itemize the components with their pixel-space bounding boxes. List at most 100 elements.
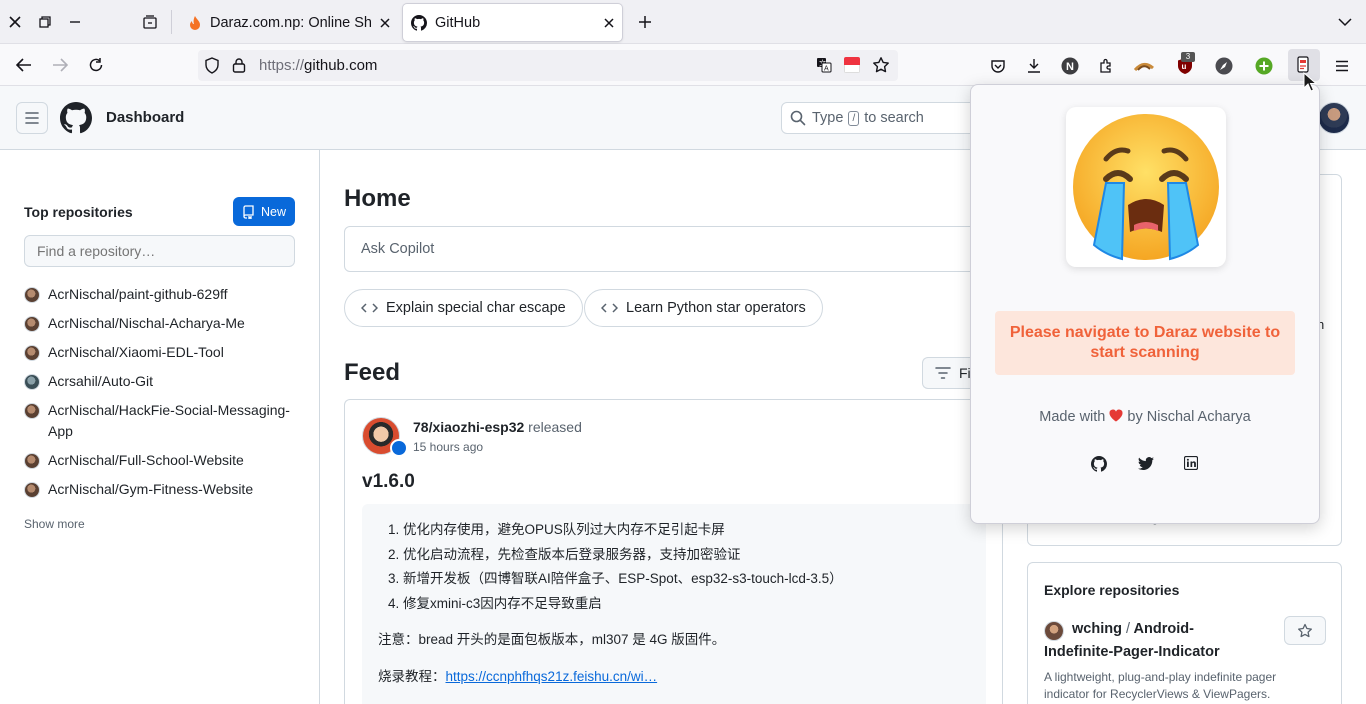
tab-label: Daraz.com.np: Online Sho	[210, 14, 372, 31]
tab-groups-icon[interactable]	[135, 7, 165, 37]
repo-link[interactable]: AcrNischal/HackFie-Social-Messaging-App	[24, 400, 296, 442]
tab-daraz[interactable]: Daraz.com.np: Online Sho	[180, 4, 398, 41]
note-text: 新增开发板（四博智联AI陪伴盒子、ESP-Spot、esp32-s3-touch…	[403, 571, 843, 586]
global-nav-menu-button[interactable]	[16, 102, 48, 134]
daraz-favicon-icon	[188, 15, 202, 31]
owner-avatar	[24, 452, 40, 469]
new-tab-icon[interactable]	[630, 7, 660, 37]
list-item: 1. 优化内存使用，避免OPUS队列过大内存不足引起卡屏	[388, 518, 843, 543]
owner-avatar	[24, 344, 40, 361]
pocket-icon[interactable]	[988, 56, 1008, 76]
list-number: 3.	[388, 571, 400, 586]
suggestion-label: Learn Python star operators	[626, 300, 806, 316]
explore-owner: wching	[1072, 621, 1122, 637]
close-tab-icon[interactable]	[380, 17, 390, 28]
tab-divider	[171, 10, 172, 34]
find-repository-input[interactable]	[24, 235, 295, 267]
list-all-tabs-icon[interactable]	[1330, 7, 1360, 37]
bookmark-star-icon[interactable]	[872, 56, 890, 74]
pancake-extension-icon[interactable]	[1134, 56, 1154, 76]
search-icon	[790, 110, 806, 126]
tutorial-link[interactable]: https://ccnphfhqs21z.feishu.cn/wi…	[446, 669, 658, 684]
explore-repo-description: A lightweight, plug-and-play indefinite …	[1044, 670, 1277, 701]
repo-name: AcrNischal/Full-School-Website	[48, 452, 244, 468]
singapore-flag-icon[interactable]	[844, 57, 860, 73]
show-more-link[interactable]: Show more	[24, 517, 85, 531]
close-window-icon[interactable]	[0, 7, 30, 37]
github-icon[interactable]	[1091, 456, 1107, 472]
crying-face-icon	[1066, 107, 1226, 267]
new-repository-button[interactable]: New	[233, 197, 295, 226]
heart-icon	[1109, 409, 1123, 422]
tab-github[interactable]: GitHub	[403, 4, 622, 41]
compass-extension-icon[interactable]	[1214, 56, 1234, 76]
repo-link[interactable]: AcrNischal/paint-github-629ff	[24, 284, 228, 305]
search-prefix: Type	[812, 110, 844, 126]
github-logo-icon[interactable]	[60, 102, 92, 134]
list-item: 4. 修复xmini-c3因内存不足导致重启	[388, 592, 843, 617]
owner-avatar	[24, 481, 40, 498]
explore-repo-link[interactable]: wching / Android-Indefinite-Pager-Indica…	[1044, 618, 1259, 664]
note-text: 优化内存使用，避免OPUS队列过大内存不足引起卡屏	[403, 522, 725, 537]
repo-name: AcrNischal/Gym-Fitness-Website	[48, 481, 254, 497]
restore-window-icon[interactable]	[30, 7, 60, 37]
copilot-suggestion-chip[interactable]: Explain special char escape	[344, 289, 583, 327]
url-bar[interactable]: https://github.com 文A	[198, 50, 898, 81]
made-with-credit: Made with by Nischal Acharya	[971, 409, 1319, 425]
new-button-label: New	[260, 204, 286, 219]
tutorial-label: 烧录教程：	[378, 669, 446, 684]
reload-icon[interactable]	[84, 54, 108, 76]
search-input[interactable]: Type / to search	[781, 102, 981, 134]
scan-status-message: Please navigate to Daraz website to star…	[1009, 324, 1281, 361]
code-icon	[601, 302, 618, 314]
close-tab-icon[interactable]	[604, 17, 614, 28]
star-repo-button[interactable]	[1284, 616, 1326, 645]
twitter-icon[interactable]	[1138, 457, 1154, 471]
repo-link[interactable]: Acrsahil/Auto-Git	[24, 371, 153, 392]
copilot-suggestion-chip[interactable]: Learn Python star operators	[584, 289, 823, 327]
user-avatar[interactable]	[1318, 102, 1350, 134]
tracking-shield-icon[interactable]	[204, 57, 220, 74]
linkedin-icon[interactable]	[1184, 456, 1198, 470]
owner-avatar	[24, 315, 40, 332]
suggestion-label: Explain special char escape	[386, 300, 566, 316]
minimize-window-icon[interactable]	[60, 7, 90, 37]
list-number: 1.	[388, 522, 400, 537]
app-menu-icon[interactable]	[1332, 56, 1352, 76]
explore-title: Explore repositories	[1044, 582, 1180, 598]
forward-icon[interactable]	[48, 54, 72, 76]
translate-icon[interactable]: 文A	[816, 57, 832, 73]
filter-label: Fi	[959, 365, 971, 381]
repo-link[interactable]: AcrNischal/Xiaomi-EDL-Tool	[24, 342, 224, 363]
repo-name: AcrNischal/Nischal-Acharya-Me	[48, 315, 245, 331]
notion-extension-icon[interactable]: N	[1060, 56, 1080, 76]
code-icon	[361, 302, 378, 314]
release-notice: 注意：bread 开头的是面包板版本，ml307 是 4G 版固件。	[378, 632, 726, 647]
repo-link[interactable]: AcrNischal/Full-School-Website	[24, 450, 244, 471]
extensions-puzzle-icon[interactable]	[1096, 56, 1116, 76]
feed-action: released	[528, 419, 582, 435]
explore-repo-name: Android-Indefinite-Pager-Indicator	[1044, 621, 1220, 660]
list-number: 2.	[388, 546, 400, 562]
release-tag-icon	[390, 439, 408, 457]
ask-copilot-placeholder: Ask Copilot	[361, 241, 435, 257]
repo-name: Acrsahil/Auto-Git	[48, 373, 154, 389]
owner-avatar	[24, 286, 40, 303]
svg-text:u: u	[1182, 62, 1187, 71]
add-extension-icon[interactable]	[1254, 56, 1274, 76]
downloads-icon[interactable]	[1024, 56, 1044, 76]
repo-link[interactable]: AcrNischal/Gym-Fitness-Website	[24, 479, 253, 500]
release-version[interactable]: v1.6.0	[362, 471, 415, 493]
release-notes-list: 1. 优化内存使用，避免OPUS队列过大内存不足引起卡屏 2. 优化启动流程，先…	[388, 518, 843, 616]
feed-repo-link[interactable]: 78/xiaozhi-esp32	[413, 419, 524, 435]
page-title[interactable]: Dashboard	[106, 109, 184, 126]
back-icon[interactable]	[12, 54, 36, 76]
repo-link[interactable]: AcrNischal/Nischal-Acharya-Me	[24, 313, 245, 334]
note-text: 修复xmini-c3因内存不足导致重启	[403, 595, 602, 611]
tab-label: GitHub	[435, 14, 481, 31]
made-with-prefix: Made with	[1039, 409, 1106, 425]
owner-avatar	[24, 402, 40, 419]
ask-copilot-input[interactable]: Ask Copilot	[344, 226, 986, 272]
filter-icon	[935, 367, 951, 379]
lock-icon[interactable]	[232, 57, 246, 73]
